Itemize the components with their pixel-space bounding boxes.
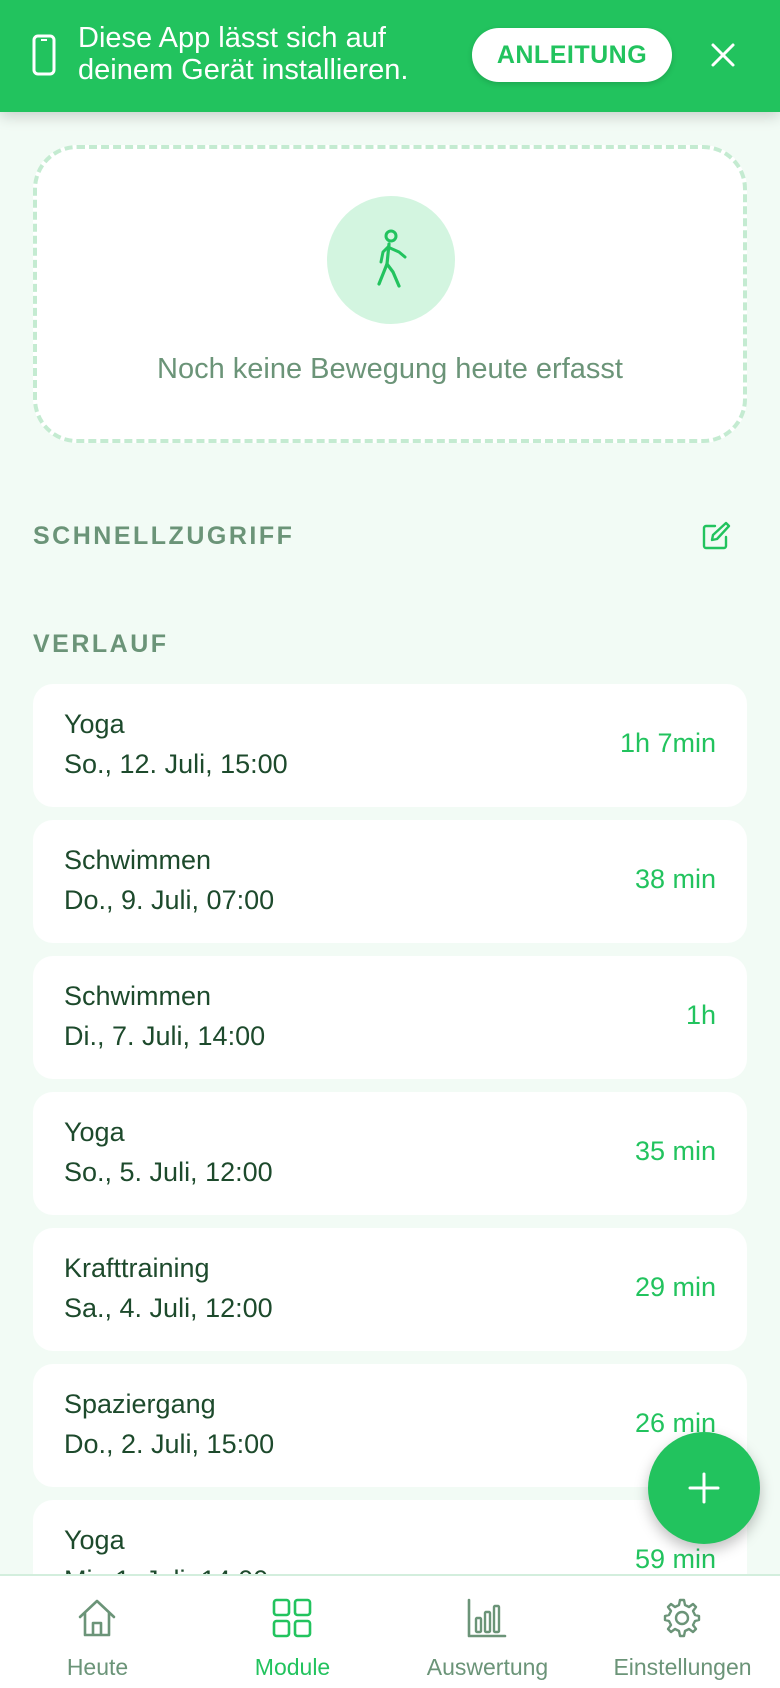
phone-icon bbox=[32, 34, 56, 76]
history-datetime: So., 5. Juli, 12:00 bbox=[64, 1157, 273, 1187]
plus-icon bbox=[688, 1472, 720, 1504]
gear-icon bbox=[663, 1598, 701, 1638]
history-datetime: Di., 7. Juli, 14:00 bbox=[64, 1021, 266, 1051]
history-duration: 59 min bbox=[634, 1544, 716, 1574]
nav-item-auswertung[interactable]: Auswertung bbox=[390, 1576, 585, 1688]
history-datetime: Do., 2. Juli, 15:00 bbox=[64, 1429, 275, 1459]
history-item[interactable]: Schwimmen Do., 9. Juli, 07:00 38 min bbox=[33, 820, 747, 943]
app-root: Diese App lässt sich auf deinem Gerät in… bbox=[0, 0, 780, 1688]
history-activity: Yoga bbox=[64, 1525, 125, 1555]
history-datetime: Do., 9. Juli, 07:00 bbox=[64, 885, 275, 915]
guide-button[interactable]: ANLEITUNG bbox=[472, 28, 672, 82]
install-message: Diese App lässt sich auf deinem Gerät in… bbox=[78, 22, 438, 86]
history-duration: 29 min bbox=[634, 1272, 716, 1302]
history-duration: 1h bbox=[685, 1000, 716, 1030]
history-item[interactable]: Schwimmen Di., 7. Juli, 14:00 1h bbox=[33, 956, 747, 1079]
nav-item-einstellungen[interactable]: Einstellungen bbox=[585, 1576, 780, 1688]
history-datetime: Sa., 4. Juli, 12:00 bbox=[64, 1293, 273, 1323]
history-item[interactable]: Krafttraining Sa., 4. Juli, 12:00 29 min bbox=[33, 1228, 747, 1351]
install-message-line1: Diese App lässt sich auf bbox=[78, 22, 386, 54]
history-activity: Yoga bbox=[64, 709, 125, 739]
history-activity: Schwimmen bbox=[64, 845, 212, 875]
walking-person-icon bbox=[377, 229, 407, 288]
history-activity: Spaziergang bbox=[64, 1389, 216, 1419]
empty-state-text: Noch keine Bewegung heute erfasst bbox=[157, 353, 623, 385]
close-icon[interactable] bbox=[708, 40, 738, 70]
nav-label-heute: Heute bbox=[66, 1654, 129, 1680]
history-heading: VERLAUF bbox=[33, 630, 169, 658]
install-message-line2: deinem Gerät installieren. bbox=[78, 54, 409, 86]
bar-chart-icon bbox=[467, 1598, 507, 1638]
nav-label-einstellungen: Einstellungen bbox=[613, 1654, 752, 1680]
nav-item-module[interactable]: Module bbox=[195, 1576, 390, 1688]
install-banner: Diese App lässt sich auf deinem Gerät in… bbox=[0, 0, 780, 112]
nav-label-module: Module bbox=[254, 1654, 331, 1680]
bottom-nav: Heute Module Auswertung Einstellungen bbox=[0, 1574, 780, 1688]
quick-access-heading: SCHNELLZUGRIFF bbox=[33, 522, 295, 550]
grid-icon bbox=[272, 1598, 312, 1638]
history-activity: Yoga bbox=[64, 1117, 125, 1147]
nav-label-auswertung: Auswertung bbox=[426, 1654, 549, 1680]
history-activity: Krafttraining bbox=[64, 1253, 210, 1283]
history-activity: Schwimmen bbox=[64, 981, 212, 1011]
home-icon bbox=[78, 1599, 116, 1637]
edit-icon[interactable] bbox=[700, 520, 732, 552]
history-duration: 38 min bbox=[634, 864, 716, 894]
history-item[interactable]: Yoga So., 12. Juli, 15:00 1h 7min bbox=[33, 684, 747, 807]
history-duration: 1h 7min bbox=[619, 728, 716, 758]
walk-icon-circle bbox=[327, 196, 455, 324]
add-activity-button[interactable] bbox=[648, 1432, 760, 1544]
history-item[interactable]: Yoga So., 5. Juli, 12:00 35 min bbox=[33, 1092, 747, 1215]
history-duration: 35 min bbox=[634, 1136, 716, 1166]
today-empty-card: Noch keine Bewegung heute erfasst bbox=[33, 145, 747, 443]
nav-item-heute[interactable]: Heute bbox=[0, 1576, 195, 1688]
history-item[interactable]: Spaziergang Do., 2. Juli, 15:00 26 min bbox=[33, 1364, 747, 1487]
history-datetime: So., 12. Juli, 15:00 bbox=[64, 749, 288, 779]
